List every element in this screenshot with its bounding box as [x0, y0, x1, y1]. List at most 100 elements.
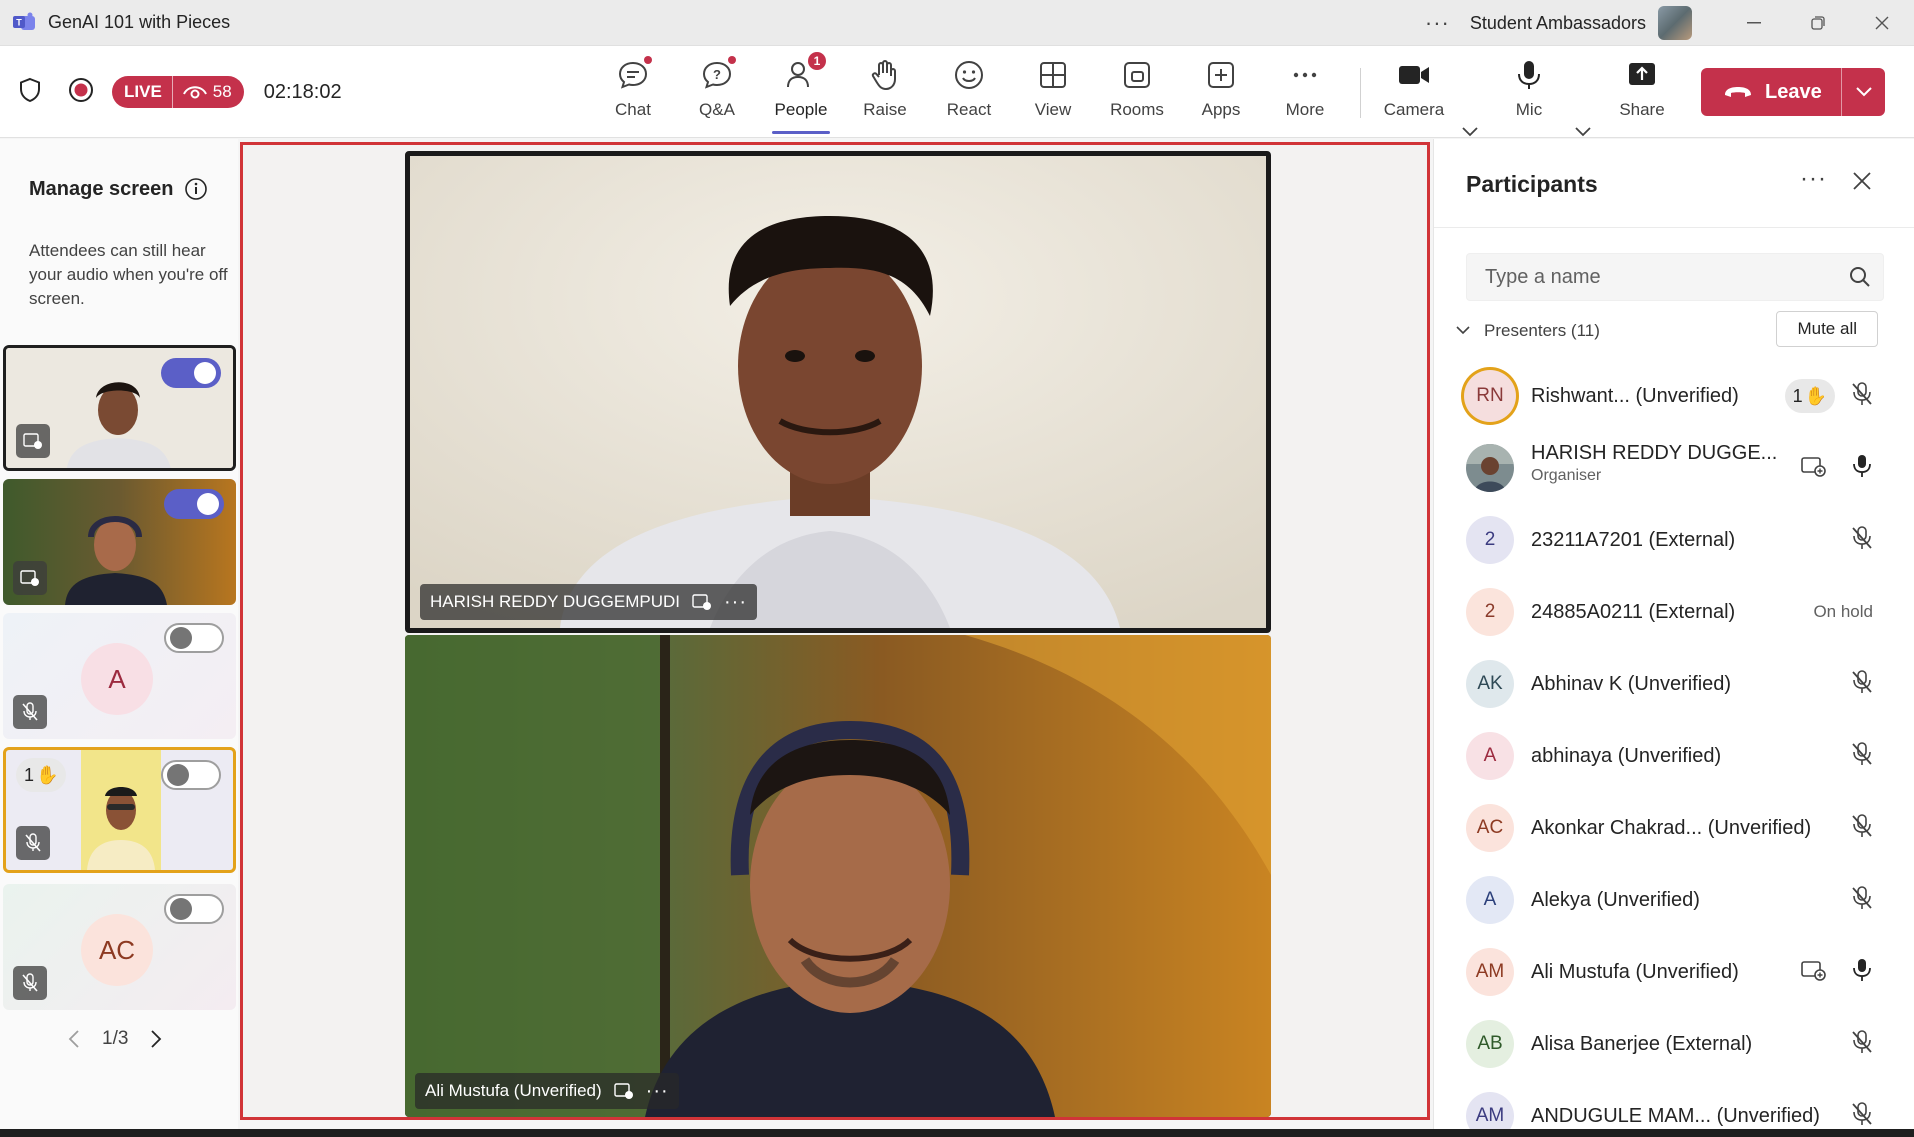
chat-icon [616, 56, 652, 92]
on-screen-toggle[interactable] [164, 623, 224, 653]
rooms-label: Rooms [1110, 100, 1164, 119]
search-icon[interactable] [1837, 266, 1883, 288]
mic-button[interactable]: Mic [1487, 58, 1571, 128]
more-options-icon[interactable]: ··· [1800, 165, 1827, 193]
participant-name: HARISH REDDY DUGGE... Organiser [1531, 442, 1777, 485]
shield-icon[interactable] [18, 77, 42, 108]
muted-mic-icon[interactable] [1851, 813, 1873, 843]
spotlight-icon[interactable] [613, 1082, 634, 1100]
chevron-right-icon[interactable] [150, 1029, 162, 1049]
muted-mic-icon[interactable] [1851, 885, 1873, 915]
muted-mic-icon[interactable] [1851, 669, 1873, 699]
close-panel-button[interactable] [1852, 171, 1872, 196]
participant-name-text: 23211A7201 (External) [1531, 528, 1736, 551]
camera-icon [1397, 58, 1431, 92]
qa-label: Q&A [699, 100, 735, 119]
minimize-button[interactable] [1722, 0, 1786, 46]
raised-hand-icon: ✋ [36, 764, 59, 785]
more-options-icon[interactable]: ··· [724, 591, 747, 614]
participant-row[interactable]: 2 23211A7201 (External) [1434, 504, 1914, 576]
participant-name-text: Ali Mustufa (Unverified) [1531, 960, 1739, 983]
org-name[interactable]: Student Ambassadors [1470, 13, 1646, 34]
spotlight-icon [16, 424, 50, 458]
recording-icon[interactable] [68, 77, 94, 108]
participant-name-text: Alisa Banerjee (External) [1531, 1032, 1753, 1055]
react-button[interactable]: React [927, 58, 1011, 128]
spotlight-icon[interactable] [1801, 959, 1827, 986]
meeting-stage: HARISH REDDY DUGGEMPUDI ··· Ali Mustufa … [240, 142, 1430, 1120]
close-window-button[interactable] [1850, 0, 1914, 46]
apps-button[interactable]: Apps [1179, 58, 1263, 128]
participant-avatar: 2 [1466, 516, 1514, 564]
participant-name: HARISH REDDY DUGGEMPUDI [430, 592, 680, 611]
chevron-left-icon[interactable] [68, 1029, 80, 1049]
participant-row[interactable]: Aabhinaya (Unverified) [1434, 720, 1914, 792]
chat-button[interactable]: Chat [591, 56, 675, 128]
video-tile[interactable]: Ali Mustufa (Unverified) ··· [405, 635, 1271, 1117]
raise-hand-button[interactable]: Raise [843, 58, 927, 128]
close-icon [1853, 172, 1871, 190]
participant-role: Organiser [1531, 467, 1602, 484]
muted-mic-icon[interactable] [1851, 741, 1873, 771]
muted-mic-icon[interactable] [1851, 1029, 1873, 1059]
hand-count: 1 [1792, 385, 1803, 406]
participant-row[interactable]: HARISH REDDY DUGGE... Organiser [1434, 432, 1914, 504]
video-tile[interactable]: HARISH REDDY DUGGEMPUDI ··· [405, 151, 1271, 633]
muted-mic-icon[interactable] [1851, 381, 1873, 411]
microphone-icon[interactable] [1851, 454, 1873, 483]
on-screen-toggle[interactable] [161, 760, 221, 790]
attendee-thumbnail[interactable] [3, 479, 236, 605]
restore-button[interactable] [1786, 0, 1850, 46]
leave-options-button[interactable] [1842, 68, 1885, 116]
participant-name: 23211A7201 (External) [1531, 529, 1735, 552]
info-icon[interactable] [184, 177, 208, 201]
camera-button[interactable]: Camera [1372, 58, 1456, 128]
qa-notification-dot [728, 56, 736, 64]
participant-name: Akonkar Chakrad... (Unverified) [1531, 817, 1811, 840]
participant-row[interactable]: A Alekya (Unverified) [1434, 864, 1914, 936]
share-button[interactable]: Share [1600, 58, 1684, 128]
rooms-button[interactable]: Rooms [1095, 58, 1179, 128]
mute-all-button[interactable]: Mute all [1776, 311, 1878, 347]
participant-row[interactable]: AM Ali Mustufa (Unverified) [1434, 936, 1914, 1008]
participant-actions [1851, 813, 1873, 843]
chat-label: Chat [615, 100, 651, 119]
on-screen-toggle[interactable] [161, 358, 221, 388]
attendee-thumbnail[interactable]: AC [3, 884, 236, 1010]
spotlight-icon[interactable] [1801, 455, 1827, 482]
participant-row[interactable]: RN Rishwant... (Unverified) 1 ✋ [1434, 360, 1914, 432]
profile-avatar[interactable] [1658, 6, 1692, 40]
manage-screen-heading: Manage screen [29, 177, 208, 201]
participant-row[interactable]: AB Alisa Banerjee (External) [1434, 1008, 1914, 1080]
participant-actions [1851, 525, 1873, 555]
leave-button[interactable]: Leave [1701, 68, 1841, 116]
participant-row[interactable]: AK Abhinav K (Unverified) [1434, 648, 1914, 720]
qa-button[interactable]: ? Q&A [675, 56, 759, 128]
on-screen-toggle[interactable] [164, 894, 224, 924]
more-button[interactable]: More [1263, 58, 1347, 128]
on-screen-toggle[interactable] [164, 489, 224, 519]
attendee-thumbnail[interactable]: A [3, 613, 236, 739]
raise-label: Raise [863, 100, 907, 119]
participant-name: Alekya (Unverified) [1531, 889, 1700, 912]
search-input[interactable] [1467, 254, 1837, 300]
participant-name-text: Alekya (Unverified) [1531, 888, 1700, 911]
participant-row[interactable]: 2 24885A0211 (External) On hold [1434, 576, 1914, 648]
microphone-icon[interactable] [1851, 958, 1873, 987]
live-indicator[interactable]: LIVE 58 [112, 76, 244, 108]
attendee-thumbnail[interactable] [3, 345, 236, 471]
svg-text:?: ? [713, 67, 721, 82]
presenters-section-header[interactable]: Presenters (11) Mute all [1446, 311, 1896, 351]
participant-row[interactable]: AC Akonkar Chakrad... (Unverified) [1434, 792, 1914, 864]
view-button[interactable]: View [1011, 58, 1095, 128]
participant-video-thumbnail [81, 750, 161, 870]
more-options-icon[interactable]: ··· [1425, 10, 1450, 36]
people-button[interactable]: 1 People [759, 52, 843, 134]
spotlight-icon[interactable] [692, 593, 712, 611]
participant-video [405, 635, 1271, 1117]
more-options-icon[interactable]: ··· [646, 1080, 669, 1103]
teams-logo-icon: T [10, 9, 38, 37]
muted-mic-icon[interactable] [1851, 1101, 1873, 1131]
muted-mic-icon[interactable] [1851, 525, 1873, 555]
attendee-thumbnail[interactable]: 1 ✋ [3, 747, 236, 873]
